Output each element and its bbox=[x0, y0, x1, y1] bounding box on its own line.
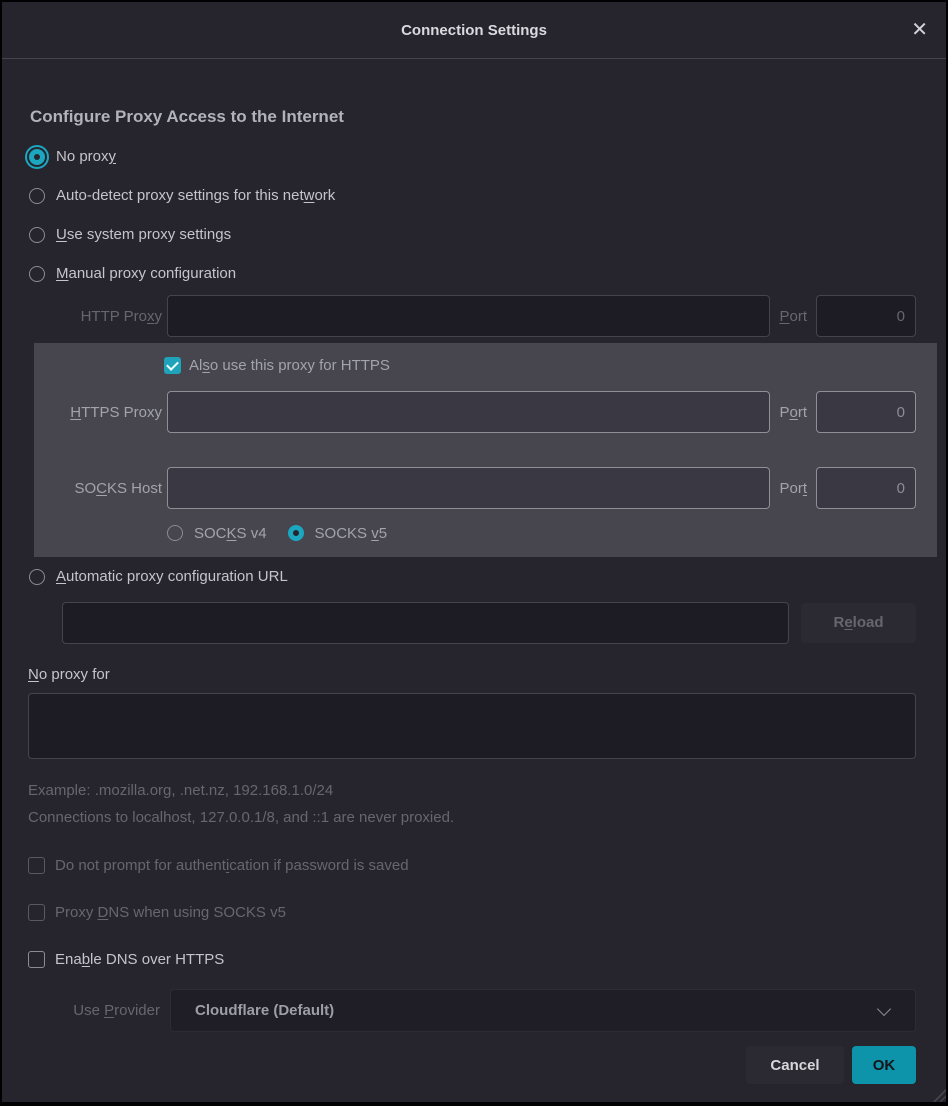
no-proxy-for-textarea[interactable] bbox=[28, 693, 916, 759]
option-row-proxy-dns-socks5[interactable]: Proxy DNS when using SOCKS v5 bbox=[2, 896, 946, 929]
connection-settings-dialog: Connection Settings ✕ Configure Proxy Ac… bbox=[2, 2, 946, 1102]
checkbox-icon-enable-doh[interactable] bbox=[28, 951, 45, 968]
https-proxy-input[interactable] bbox=[167, 391, 770, 433]
radio-label-auto-config-url: Automatic proxy configuration URL bbox=[56, 568, 288, 585]
socks-host-row: SOCKS Host Port bbox=[34, 467, 937, 509]
radio-icon-socks-v5[interactable] bbox=[288, 525, 304, 541]
radio-icon-socks-v4[interactable] bbox=[167, 525, 183, 541]
ok-button[interactable]: OK bbox=[852, 1046, 916, 1084]
proxy-mode-group: No proxy Auto-detect proxy settings for … bbox=[2, 137, 946, 293]
radio-row-system-proxy[interactable]: Use system proxy settings bbox=[2, 215, 946, 254]
radio-label-no-proxy: No proxy bbox=[56, 148, 116, 165]
radio-icon-system-proxy[interactable] bbox=[29, 227, 45, 243]
radio-icon-auto-detect[interactable] bbox=[29, 188, 45, 204]
radio-label-manual-proxy: Manual proxy configuration bbox=[56, 265, 236, 282]
radio-label-system-proxy: Use system proxy settings bbox=[56, 226, 231, 243]
https-port-label: Port bbox=[779, 404, 807, 421]
http-port-input[interactable] bbox=[816, 295, 916, 337]
doh-provider-dropdown[interactable]: Cloudflare (Default) bbox=[170, 989, 916, 1032]
dialog-titlebar: Connection Settings ✕ bbox=[2, 2, 946, 59]
http-proxy-label: HTTP Proxy bbox=[35, 308, 162, 325]
https-proxy-label: HTTPS Proxy bbox=[35, 404, 162, 421]
checkbox-icon-also-https[interactable] bbox=[164, 357, 181, 374]
radio-icon-manual-proxy[interactable] bbox=[29, 266, 45, 282]
radio-icon-auto-config-url[interactable] bbox=[29, 569, 45, 585]
doh-provider-value: Cloudflare (Default) bbox=[195, 1002, 334, 1019]
socks-port-input[interactable] bbox=[816, 467, 916, 509]
close-icon[interactable]: ✕ bbox=[911, 20, 928, 40]
radio-label-auto-detect: Auto-detect proxy settings for this netw… bbox=[56, 187, 335, 204]
cancel-button[interactable]: Cancel bbox=[746, 1046, 844, 1084]
doh-provider-row: Use Provider Cloudflare (Default) bbox=[2, 989, 946, 1032]
use-provider-label: Use Provider bbox=[28, 1002, 160, 1019]
option-label-enable-doh: Enable DNS over HTTPS bbox=[55, 951, 224, 968]
options-group: Do not prompt for authentication if pass… bbox=[2, 849, 946, 976]
option-label-proxy-dns-socks5: Proxy DNS when using SOCKS v5 bbox=[55, 904, 286, 921]
dialog-footer: Cancel OK bbox=[2, 1046, 946, 1084]
option-row-enable-doh[interactable]: Enable DNS over HTTPS bbox=[2, 943, 946, 976]
socks-host-input[interactable] bbox=[167, 467, 770, 509]
socks-version-group: SOCKS v4 SOCKS v5 bbox=[34, 513, 937, 553]
checkbox-icon-no-auth-prompt[interactable] bbox=[28, 857, 45, 874]
checkbox-icon-proxy-dns-socks5[interactable] bbox=[28, 904, 45, 921]
http-proxy-row: HTTP Proxy Port bbox=[2, 295, 946, 337]
socks-port-label: Port bbox=[779, 480, 807, 497]
reload-button[interactable]: Reload bbox=[801, 603, 916, 643]
https-proxy-row: HTTPS Proxy Port bbox=[34, 391, 937, 433]
highlighted-https-socks-section: Also use this proxy for HTTPS HTTPS Prox… bbox=[34, 343, 937, 557]
http-proxy-input[interactable] bbox=[167, 295, 770, 337]
also-https-row[interactable]: Also use this proxy for HTTPS bbox=[34, 349, 937, 381]
auto-config-url-row: Reload bbox=[2, 601, 946, 644]
radio-label-socks-v4[interactable]: SOCKS v4 bbox=[194, 525, 267, 542]
chevron-down-icon bbox=[877, 1001, 891, 1015]
page-title: Configure Proxy Access to the Internet bbox=[30, 107, 918, 127]
auto-config-url-input[interactable] bbox=[62, 602, 789, 644]
radio-label-socks-v5[interactable]: SOCKS v5 bbox=[315, 525, 388, 542]
radio-row-manual-proxy[interactable]: Manual proxy configuration bbox=[2, 254, 946, 293]
radio-row-no-proxy[interactable]: No proxy bbox=[2, 137, 946, 176]
no-proxy-example-text: Example: .mozilla.org, .net.nz, 192.168.… bbox=[28, 781, 918, 800]
dialog-body: Configure Proxy Access to the Internet N… bbox=[2, 59, 946, 1084]
resize-grip[interactable] bbox=[931, 1087, 946, 1102]
http-port-label: Port bbox=[779, 308, 807, 325]
dialog-title: Connection Settings bbox=[401, 22, 547, 39]
option-label-no-auth-prompt: Do not prompt for authentication if pass… bbox=[55, 857, 409, 874]
radio-icon-no-proxy[interactable] bbox=[29, 149, 45, 165]
also-https-label: Also use this proxy for HTTPS bbox=[189, 357, 390, 374]
socks-host-label: SOCKS Host bbox=[35, 480, 162, 497]
option-row-no-auth-prompt[interactable]: Do not prompt for authentication if pass… bbox=[2, 849, 946, 882]
radio-row-auto-config-url[interactable]: Automatic proxy configuration URL bbox=[2, 557, 946, 596]
no-proxy-for-label: No proxy for bbox=[28, 665, 946, 684]
localhost-note-text: Connections to localhost, 127.0.0.1/8, a… bbox=[28, 808, 918, 827]
https-port-input[interactable] bbox=[816, 391, 916, 433]
radio-row-auto-detect[interactable]: Auto-detect proxy settings for this netw… bbox=[2, 176, 946, 215]
